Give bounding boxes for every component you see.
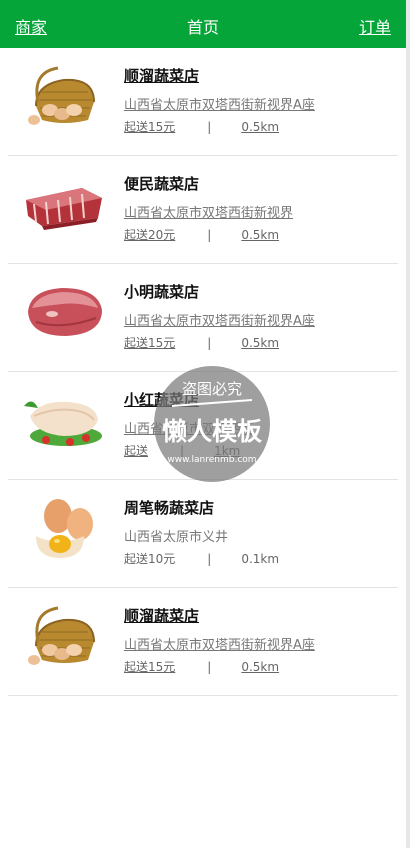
basket-eggs-image [28,606,95,665]
shop-address[interactable]: 山西省太原市双塔西街新视界A座 [124,634,315,653]
shop-name[interactable]: 小明蔬菜店 [124,281,199,302]
shop-distance: 0.5km [241,228,280,242]
delivery-minimum: 起送20元 [124,228,176,242]
top-nav-bar: 商家 首页 订单 [0,0,406,48]
orders-link[interactable]: 订单 [359,14,391,38]
shop-distance: 0.5km [241,660,280,674]
shop-name[interactable]: 便民蔬菜店 [124,173,199,194]
chicken-image [24,401,102,446]
scrollbar-track[interactable] [406,0,410,848]
delivery-minimum: 起送15元 [124,660,176,674]
shop-meta[interactable]: 起送15元 | 0.5km [124,118,279,135]
shop-list-item[interactable]: 顺溜蔬菜店 山西省太原市双塔西街新视界A座 起送15元 | 0.5km [8,588,398,696]
shop-list-item[interactable]: 便民蔬菜店 山西省太原市双塔西街新视界 起送20元 | 0.5km [8,156,398,264]
shop-distance: 1km [214,444,241,458]
delivery-minimum: 起送15元 [124,120,176,134]
shop-meta[interactable]: 起送10元 | 0.1km [124,550,279,567]
separator: | [207,660,212,674]
delivery-minimum: 起送 [124,444,149,458]
shop-address[interactable]: 山西省太原市双塔西街新视界 [124,202,293,221]
shop-meta[interactable]: 起送20元 | 0.5km [124,226,279,243]
shop-list-item[interactable]: 小红蔬菜店 山西省太原市双塔西街 起送 | 1km [8,372,398,480]
shop-address[interactable]: 山西省太原市义井 [124,526,228,545]
shop-list-item[interactable]: 顺溜蔬菜店 山西省太原市双塔西街新视界A座 起送15元 | 0.5km [8,48,398,156]
shop-list: 顺溜蔬菜店 山西省太原市双塔西街新视界A座 起送15元 | 0.5km 便民蔬菜店 … [0,48,406,696]
separator: | [207,336,212,350]
shop-name[interactable]: 顺溜蔬菜店 [124,605,199,626]
delivery-minimum: 起送10元 [124,552,176,566]
eggs-image [36,499,93,558]
shop-list-item[interactable]: 周笔畅蔬菜店 山西省太原市义井 起送10元 | 0.1km [8,480,398,588]
separator: | [180,444,185,458]
shop-list-item[interactable]: 小明蔬菜店 山西省太原市双塔西街新视界A座 起送15元 | 0.5km [8,264,398,372]
basket-eggs-image [28,66,95,125]
shop-address[interactable]: 山西省太原市双塔西街新视界A座 [124,94,315,113]
shop-address[interactable]: 山西省太原市双塔西街 [124,418,254,437]
page-title: 首页 [186,18,219,37]
shop-address[interactable]: 山西省太原市双塔西街新视界A座 [124,310,315,329]
separator: | [207,552,212,566]
shop-distance: 0.1km [241,552,280,566]
delivery-minimum: 起送15元 [124,336,176,350]
shop-meta[interactable]: 起送15元 | 0.5km [124,334,279,351]
shop-name[interactable]: 周笔畅蔬菜店 [124,497,214,518]
ribs-meat-image [26,188,102,230]
shop-distance: 0.5km [241,120,280,134]
separator: | [207,228,212,242]
shop-meta[interactable]: 起送15元 | 0.5km [124,658,279,675]
pork-meat-image [28,288,102,336]
shop-distance: 0.5km [241,336,280,350]
shop-name[interactable]: 小红蔬菜店 [124,389,199,410]
shop-name[interactable]: 顺溜蔬菜店 [124,65,199,86]
shop-meta[interactable]: 起送 | 1km [124,442,240,459]
separator: | [207,120,212,134]
